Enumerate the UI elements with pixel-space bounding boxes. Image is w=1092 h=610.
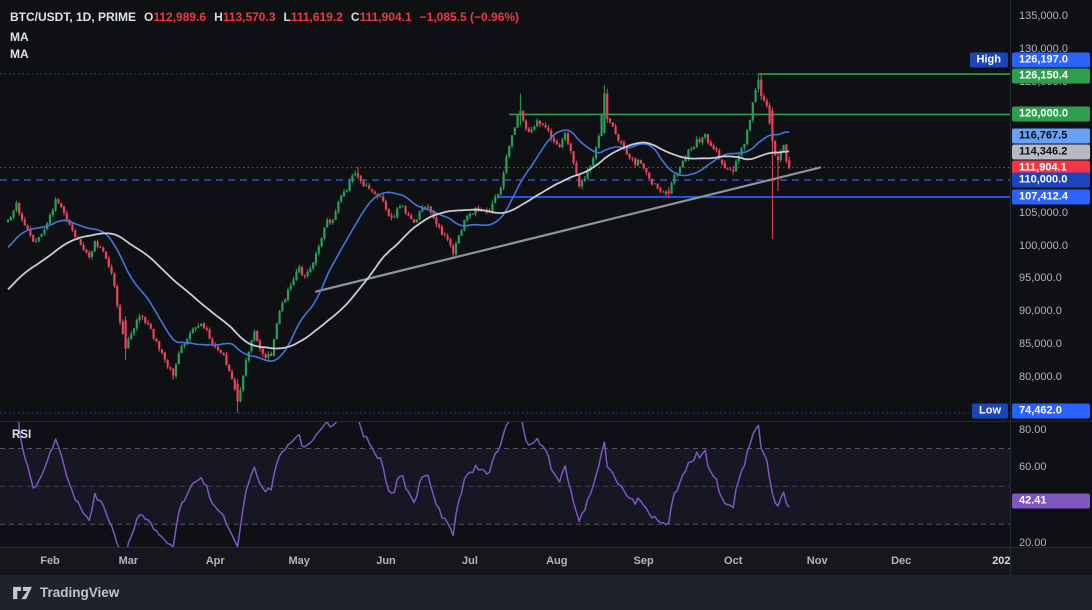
price-badge: 120,000.0 (1012, 107, 1090, 122)
candlestick-chart[interactable] (0, 0, 1010, 421)
price-tick: 85,000.0 (1019, 338, 1062, 350)
price-badge: 126,150.4 (1012, 69, 1090, 84)
price-tick: 105,000.0 (1019, 207, 1068, 219)
pane-separator[interactable] (0, 421, 1092, 422)
time-axis-labels: Feb Mar Apr May Jun Jul Aug Sep Oct Nov Dec 2026 (0, 548, 1010, 575)
time-axis-month: Aug (546, 548, 567, 575)
price-tick: 135,000.0 (1019, 10, 1068, 22)
price-badge: 116,767.5 (1012, 128, 1090, 143)
rsi-chart[interactable] (0, 422, 1010, 547)
time-axis-month: Oct (724, 548, 742, 575)
tradingview-logo-icon (12, 584, 33, 601)
change-value: −1,085.5 (−0.96%) (420, 10, 519, 24)
rsi-pane[interactable]: RSI (0, 422, 1010, 547)
symbol-title[interactable]: BTC/USDT, 1D, PRIME (10, 10, 136, 24)
high-value: H113,570.3 (214, 10, 275, 24)
time-axis-month: Jul (462, 548, 478, 575)
price-badge: 110,000.0 (1012, 173, 1090, 188)
time-axis-year: 2026 (992, 548, 1010, 575)
time-axis-month: Mar (119, 548, 139, 575)
time-axis-month: Jun (376, 548, 396, 575)
price-badge: 74,462.0 (1012, 404, 1090, 419)
bottom-toolbar: TradingView (0, 575, 1092, 610)
price-badge: 126,197.0 (1012, 53, 1090, 68)
price-tick: 90,000.0 (1019, 305, 1062, 317)
time-axis-month: Sep (634, 548, 654, 575)
price-axis[interactable]: 135,000.0130,000.0125,000.0105,000.0100,… (1011, 0, 1092, 547)
price-badge: 114,346.2 (1012, 144, 1090, 159)
tradingview-chart-window: BTC/USDT, 1D, PRIME O112,989.6 H113,570.… (0, 0, 1092, 610)
tradingview-label: TradingView (40, 585, 119, 600)
time-axis[interactable]: Feb Mar Apr May Jun Jul Aug Sep Oct Nov Dec 2026 (0, 548, 1092, 575)
price-tick: 95,000.0 (1019, 272, 1062, 284)
indicator-legend-ma2[interactable]: MA (10, 47, 519, 61)
price-badge: 42.41 (1012, 493, 1090, 508)
price-tick: 80.00 (1019, 424, 1047, 436)
trend-line (316, 168, 820, 292)
close-value: C111,904.1 (351, 10, 412, 24)
price-tick: 20.00 (1019, 537, 1047, 549)
time-axis-month: Dec (891, 548, 911, 575)
indicator-legend-ma1[interactable]: MA (10, 30, 519, 44)
time-axis-month: Feb (40, 548, 60, 575)
low-marker-tag: Low (972, 404, 1008, 419)
time-axis-month: May (288, 548, 309, 575)
price-tick: 80,000.0 (1019, 371, 1062, 383)
low-value: L111,619.2 (284, 10, 343, 24)
chart-legend: BTC/USDT, 1D, PRIME O112,989.6 H113,570.… (10, 10, 519, 61)
axis-separator (0, 547, 1092, 548)
tradingview-attribution[interactable]: TradingView (12, 584, 119, 601)
high-marker-tag: High (970, 53, 1008, 68)
time-axis-month: Apr (206, 548, 225, 575)
price-tick: 60.00 (1019, 461, 1047, 473)
open-value: O112,989.6 (144, 10, 206, 24)
price-badge: 107,412.4 (1012, 189, 1090, 204)
rsi-legend[interactable]: RSI (12, 429, 31, 441)
price-pane[interactable]: BTC/USDT, 1D, PRIME O112,989.6 H113,570.… (0, 0, 1010, 421)
time-axis-month: Nov (807, 548, 828, 575)
price-tick: 100,000.0 (1019, 240, 1068, 252)
